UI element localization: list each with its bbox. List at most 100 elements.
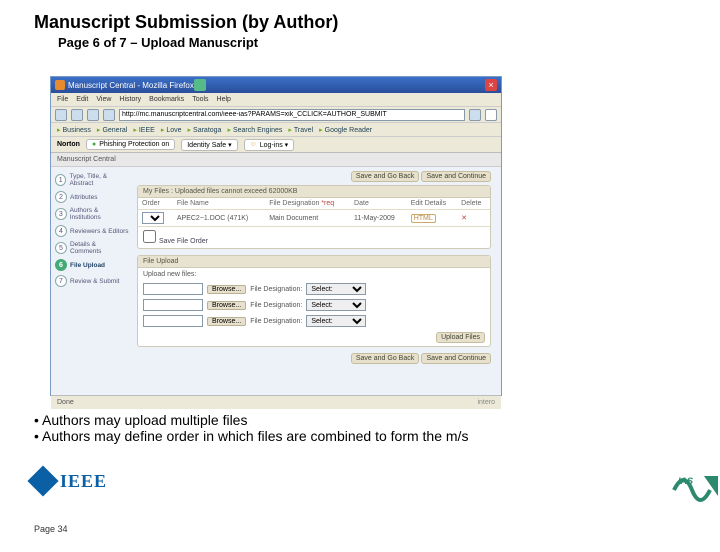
bullets: Authors may upload multiple files Author… <box>34 412 468 444</box>
desig-select-2[interactable]: Select: <box>306 299 366 311</box>
status-text: Done <box>57 399 74 406</box>
ieee-diamond-icon <box>27 465 58 496</box>
content-area: 1Type, Title, & Abstract 2Attributes 3Au… <box>51 167 501 395</box>
menu-file[interactable]: File <box>57 96 68 103</box>
col-edit: Edit Details <box>407 198 457 210</box>
my-files-header: My Files : Uploaded files cannot exceed … <box>138 186 490 198</box>
ias-logo: IAS <box>672 462 720 504</box>
brand-text: intero <box>477 399 495 406</box>
norton-phishing[interactable]: ●Phishing Protection on <box>86 139 175 150</box>
files-table: Order File Name File Designation *req Da… <box>138 198 490 227</box>
step-sidebar: 1Type, Title, & Abstract 2Attributes 3Au… <box>51 167 133 395</box>
edit-link[interactable]: HTML <box>407 210 457 227</box>
bullet-1: Authors may upload multiple files <box>34 412 468 428</box>
save-continue-button-bottom[interactable]: Save and Continue <box>421 353 491 364</box>
menu-view[interactable]: View <box>96 96 111 103</box>
desig-select-3[interactable]: Select: <box>306 315 366 327</box>
tab-bar: Manuscript Central <box>51 153 501 167</box>
bookmark-business[interactable]: Business <box>57 126 91 134</box>
bookmark-ieee[interactable]: IEEE <box>133 126 154 134</box>
step-6[interactable]: 6File Upload <box>55 259 129 271</box>
col-designation: File Designation *req <box>265 198 350 210</box>
delete-button[interactable]: ✕ <box>457 210 490 227</box>
browse-button-1[interactable]: Browse... <box>207 285 246 294</box>
window-title: Manuscript Central - Mozilla Firefox <box>68 81 194 90</box>
norton-label: Norton <box>57 141 80 148</box>
save-order-row: Save File Order <box>138 227 490 248</box>
upload-row-2: Browse... File Designation: Select: <box>138 297 490 313</box>
bookmark-search[interactable]: Search Engines <box>227 126 282 134</box>
bookmark-reader[interactable]: Google Reader <box>319 126 372 134</box>
step-5[interactable]: 5Details & Comments <box>55 241 129 255</box>
desig-select-1[interactable]: Select: <box>306 283 366 295</box>
my-files-panel: My Files : Uploaded files cannot exceed … <box>137 185 491 249</box>
file-input-1[interactable] <box>143 283 203 295</box>
col-filename: File Name <box>173 198 265 210</box>
save-back-button-bottom[interactable]: Save and Go Back <box>351 353 419 364</box>
upload-files-button[interactable]: Upload Files <box>436 332 485 343</box>
menu-help[interactable]: Help <box>217 96 231 103</box>
titlebar: Manuscript Central - Mozilla Firefox × <box>51 77 501 93</box>
menubar: File Edit View History Bookmarks Tools H… <box>51 93 501 107</box>
bookmark-love[interactable]: Love <box>161 126 182 134</box>
file-desig: Main Document <box>265 210 350 227</box>
bookmark-travel[interactable]: Travel <box>288 126 313 134</box>
file-input-3[interactable] <box>143 315 203 327</box>
upload-row-1: Browse... File Designation: Select: <box>138 281 490 297</box>
step-7[interactable]: 7Review & Submit <box>55 275 129 287</box>
file-upload-panel: File Upload Upload new files: Browse... … <box>137 255 491 347</box>
bullet-2: Authors may define order in which files … <box>34 428 468 444</box>
bookmarks-bar: Business General IEEE Love Saratoga Sear… <box>51 123 501 137</box>
screenshot-window: Manuscript Central - Mozilla Firefox × F… <box>50 76 502 396</box>
reload-button[interactable] <box>87 109 99 121</box>
step-2[interactable]: 2Attributes <box>55 191 129 203</box>
search-input[interactable] <box>485 109 497 121</box>
step-3[interactable]: 3Authors & Institutions <box>55 207 129 221</box>
ias-wave-icon: IAS <box>672 462 720 504</box>
step-4[interactable]: 4Reviewers & Editors <box>55 225 129 237</box>
col-delete: Delete <box>457 198 490 210</box>
norton-logins[interactable]: ☺Log-ins ▾ <box>244 139 295 151</box>
file-input-2[interactable] <box>143 299 203 311</box>
svg-text:IAS: IAS <box>678 476 693 486</box>
back-button[interactable] <box>55 109 67 121</box>
forward-button[interactable] <box>71 109 83 121</box>
menu-history[interactable]: History <box>119 96 141 103</box>
slide-subtitle: Page 6 of 7 – Upload Manuscript <box>58 35 720 50</box>
main-panel: Save and Go Back Save and Continue My Fi… <box>133 167 501 395</box>
page-number: Page 34 <box>34 524 68 534</box>
minimize-button[interactable] <box>194 79 206 91</box>
norton-toolbar: Norton ●Phishing Protection on Identity … <box>51 137 501 153</box>
menu-bookmarks[interactable]: Bookmarks <box>149 96 184 103</box>
ieee-logo: IEEE <box>32 470 124 492</box>
go-button[interactable] <box>469 109 481 121</box>
col-date: Date <box>350 198 407 210</box>
file-name: APEC2~1.DOC (471K) <box>173 210 265 227</box>
file-upload-header: File Upload <box>138 256 490 268</box>
browse-button-2[interactable]: Browse... <box>207 301 246 310</box>
home-button[interactable] <box>103 109 115 121</box>
slide-title: Manuscript Submission (by Author) <box>34 12 720 33</box>
file-date: 11-May-2009 <box>350 210 407 227</box>
close-button[interactable]: × <box>485 79 497 91</box>
bookmark-saratoga[interactable]: Saratoga <box>188 126 222 134</box>
step-1[interactable]: 1Type, Title, & Abstract <box>55 173 129 187</box>
save-back-button[interactable]: Save and Go Back <box>351 171 419 182</box>
save-order-checkbox[interactable] <box>143 230 156 243</box>
order-select[interactable]: 1 <box>142 212 164 224</box>
norton-identity[interactable]: Identity Safe ▾ <box>181 139 237 151</box>
browse-button-3[interactable]: Browse... <box>207 317 246 326</box>
upload-row-3: Browse... File Designation: Select: <box>138 313 490 329</box>
bookmark-general[interactable]: General <box>97 126 127 134</box>
col-order: Order <box>138 198 173 210</box>
menu-edit[interactable]: Edit <box>76 96 88 103</box>
url-input[interactable] <box>119 109 465 121</box>
save-continue-button[interactable]: Save and Continue <box>421 171 491 182</box>
table-row: 1 APEC2~1.DOC (471K) Main Document 11-Ma… <box>138 210 490 227</box>
app-icon <box>55 80 65 90</box>
statusbar: Done intero <box>51 395 501 409</box>
tab-manuscript[interactable]: Manuscript Central <box>57 156 116 163</box>
upload-sub: Upload new files: <box>138 268 490 281</box>
nav-toolbar <box>51 107 501 123</box>
menu-tools[interactable]: Tools <box>192 96 208 103</box>
